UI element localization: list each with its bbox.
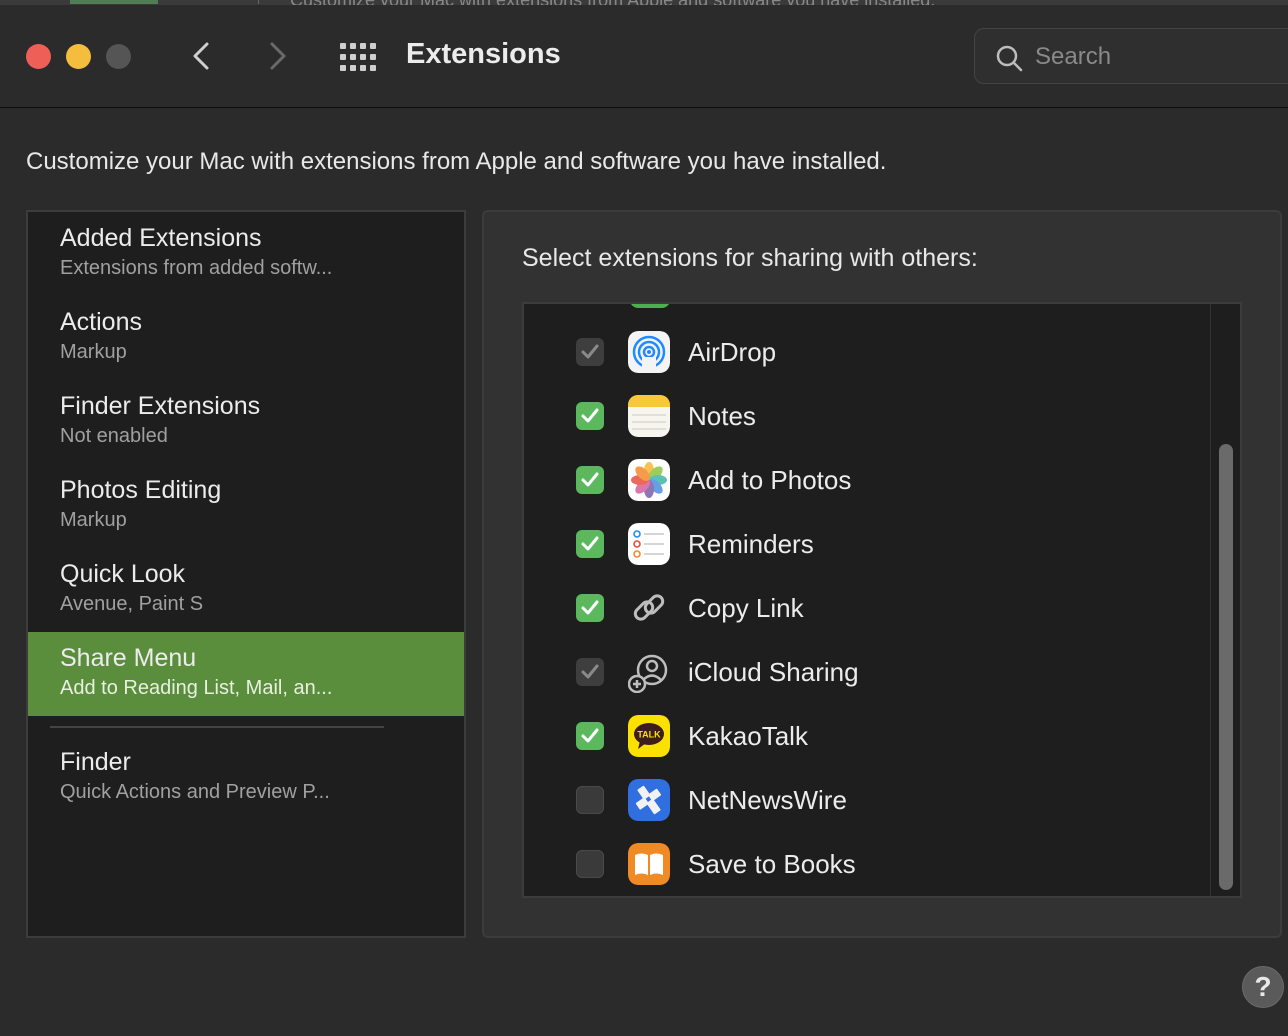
zoom-button[interactable] — [106, 44, 131, 69]
checkmark-icon — [581, 472, 599, 487]
extension-label: Reminders — [688, 529, 814, 559]
share-menu-panel: Select extensions for sharing with other… — [482, 210, 1282, 938]
list-item-kakaotalk: TALK KakaoTalk — [524, 704, 1210, 768]
list-scrollbar[interactable] — [1210, 304, 1240, 896]
link-icon — [628, 587, 670, 629]
sidebar-item-finder-extensions[interactable]: Finder Extensions Not enabled — [28, 380, 464, 464]
list-item-airdrop: AirDrop — [524, 320, 1210, 384]
sidebar-item-subtitle: Add to Reading List, Mail, an... — [60, 677, 333, 699]
books-icon — [628, 843, 670, 885]
checkmark-icon — [581, 600, 599, 615]
search-icon — [996, 45, 1023, 72]
checkmark-icon — [581, 536, 599, 551]
list-item-netnewswire: NetNewsWire — [524, 768, 1210, 832]
reminders-checkbox[interactable] — [576, 530, 604, 558]
sidebar-item-title: Share Menu — [60, 644, 197, 672]
sidebar-item-subtitle: Markup — [60, 509, 127, 531]
partially-hidden-icon — [630, 304, 670, 308]
chevron-right-icon — [270, 42, 286, 70]
netnewswire-checkbox[interactable] — [576, 786, 604, 814]
checkmark-icon — [581, 408, 599, 423]
sidebar-item-subtitle: Markup — [60, 341, 127, 363]
background-divider — [258, 0, 259, 4]
kakaotalk-icon-text: TALK — [637, 730, 661, 740]
notes-checkbox[interactable] — [576, 402, 604, 430]
extension-label: NetNewsWire — [688, 785, 847, 815]
icloud-sharing-icon — [628, 651, 670, 693]
netnewswire-icon — [628, 779, 670, 821]
sidebar-item-subtitle: Not enabled — [60, 425, 168, 447]
page-description: Customize your Mac with extensions from … — [26, 148, 887, 175]
sidebar-item-title: Finder — [60, 748, 131, 776]
sidebar-item-quick-look[interactable]: Quick Look Avenue, Paint S — [28, 548, 464, 632]
list-item-reminders: Reminders — [524, 512, 1210, 576]
grid-icon — [340, 43, 376, 71]
forward-button[interactable] — [262, 41, 292, 71]
sidebar-item-photos-editing[interactable]: Photos Editing Markup — [28, 464, 464, 548]
copy-link-checkbox[interactable] — [576, 594, 604, 622]
airdrop-checkbox[interactable] — [576, 338, 604, 366]
help-button[interactable]: ? — [1242, 966, 1284, 1008]
checkmark-icon — [581, 728, 599, 743]
extension-label: iCloud Sharing — [688, 657, 859, 687]
sidebar-item-added-extensions[interactable]: Added Extensions Extensions from added s… — [28, 212, 464, 296]
list-item-copy-link: Copy Link — [524, 576, 1210, 640]
extensions-sidebar: Added Extensions Extensions from added s… — [26, 210, 466, 938]
kakaotalk-icon: TALK — [628, 715, 670, 757]
checkmark-icon — [581, 664, 599, 679]
extensions-list[interactable]: AirDrop Notes Add to Photos Reminders Co… — [522, 302, 1242, 898]
back-button[interactable] — [187, 41, 217, 71]
save-to-books-checkbox[interactable] — [576, 850, 604, 878]
list-item-save-to-books: Save to Books — [524, 832, 1210, 896]
panel-heading: Select extensions for sharing with other… — [522, 244, 978, 272]
minimize-button[interactable] — [66, 44, 91, 69]
sidebar-divider — [50, 726, 384, 728]
sidebar-item-title: Added Extensions — [60, 224, 262, 252]
icloud-sharing-checkbox[interactable] — [576, 658, 604, 686]
reminders-icon — [628, 523, 670, 565]
background-tab — [70, 0, 158, 4]
sidebar-item-title: Photos Editing — [60, 476, 222, 504]
sidebar-item-subtitle: Extensions from added softw... — [60, 257, 333, 279]
chevron-left-icon — [193, 42, 209, 70]
sidebar-item-actions[interactable]: Actions Markup — [28, 296, 464, 380]
extension-label: Add to Photos — [688, 465, 852, 495]
window-toolbar: Extensions — [0, 5, 1288, 108]
extension-label: Copy Link — [688, 593, 804, 623]
sidebar-item-share-menu[interactable]: Share Menu Add to Reading List, Mail, an… — [28, 632, 464, 716]
extension-label: Save to Books — [688, 849, 856, 879]
notes-icon — [628, 395, 670, 437]
extension-label: Notes — [688, 401, 756, 431]
search-input[interactable] — [1035, 39, 1275, 75]
sidebar-item-subtitle: Quick Actions and Preview P... — [60, 781, 330, 803]
sidebar-item-title: Finder Extensions — [60, 392, 261, 420]
kakaotalk-checkbox[interactable] — [576, 722, 604, 750]
checkmark-icon — [581, 344, 599, 359]
close-button[interactable] — [26, 44, 51, 69]
list-item-notes: Notes — [524, 384, 1210, 448]
list-item-add-to-photos: Add to Photos — [524, 448, 1210, 512]
photos-icon — [628, 459, 670, 501]
sidebar-item-finder[interactable]: Finder Quick Actions and Preview P... — [28, 736, 464, 820]
window-title: Extensions — [406, 38, 561, 70]
list-item-icloud-sharing: iCloud Sharing — [524, 640, 1210, 704]
add-to-photos-checkbox[interactable] — [576, 466, 604, 494]
sidebar-item-subtitle: Avenue, Paint S — [60, 593, 204, 615]
search-field[interactable] — [974, 28, 1288, 84]
scrollbar-thumb[interactable] — [1219, 444, 1233, 890]
sidebar-item-title: Quick Look — [60, 560, 186, 588]
show-all-button[interactable] — [338, 41, 378, 73]
extension-label: KakaoTalk — [688, 721, 808, 751]
sidebar-item-title: Actions — [60, 308, 142, 336]
airdrop-icon — [628, 331, 670, 373]
extension-label: AirDrop — [688, 337, 777, 367]
